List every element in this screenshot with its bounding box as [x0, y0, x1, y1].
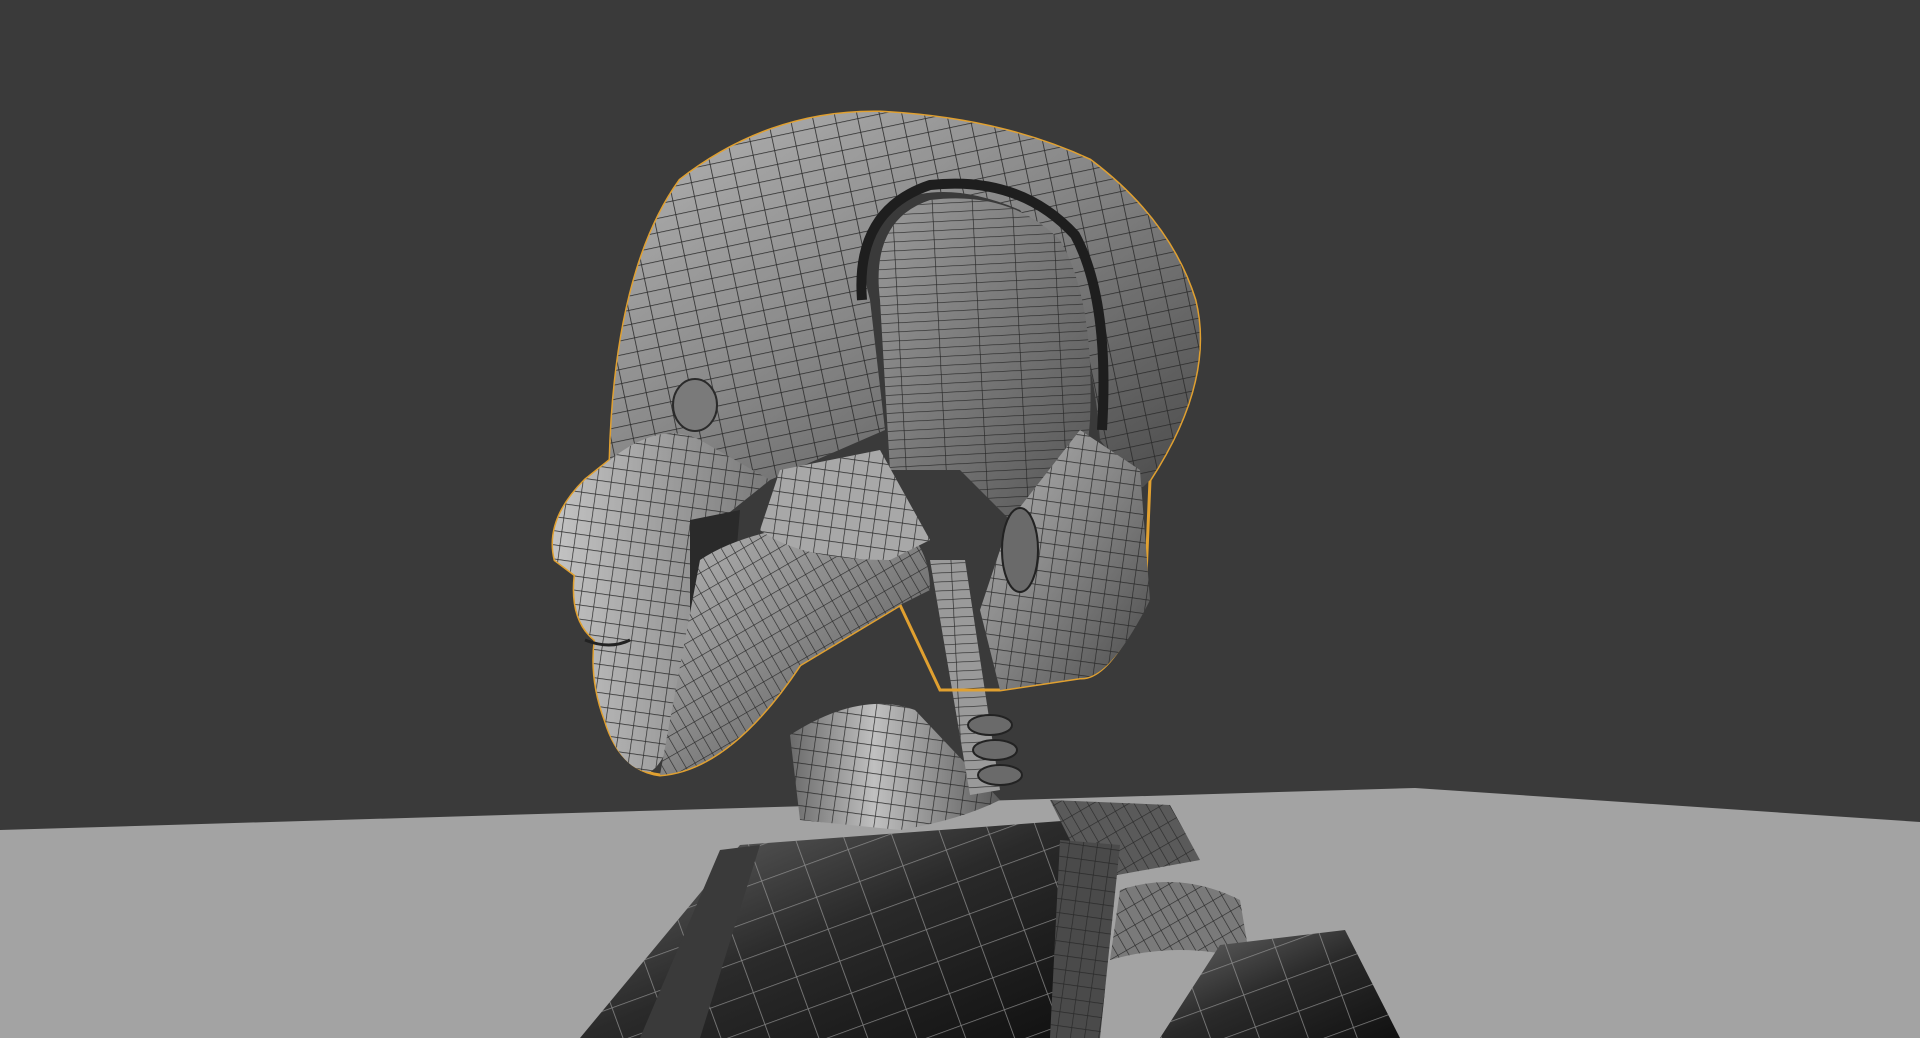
- eye-socket: [672, 378, 718, 432]
- ear-detail: [1001, 507, 1039, 593]
- 3d-viewport[interactable]: [0, 0, 1920, 1038]
- viewport-scene[interactable]: [0, 0, 1920, 1038]
